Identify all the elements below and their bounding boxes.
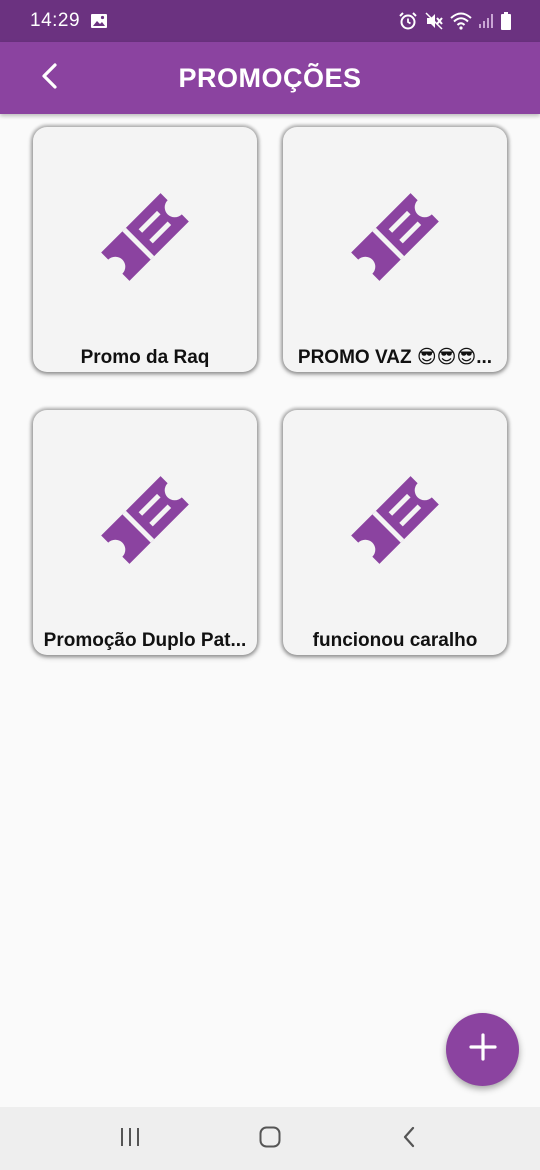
home-icon: [258, 1125, 282, 1154]
promotion-card[interactable]: Promoção Duplo Pat...: [33, 410, 257, 655]
app-bar: PROMOÇÕES: [0, 42, 540, 114]
plus-icon: [468, 1032, 498, 1067]
status-time: 14:29: [30, 10, 81, 31]
wifi-icon: [450, 12, 472, 30]
status-right: [398, 11, 512, 31]
add-promotion-button[interactable]: [446, 1013, 519, 1086]
system-nav-bar: [0, 1107, 540, 1170]
promotion-label: Promo da Raq: [80, 347, 210, 368]
chevron-left-icon: [38, 62, 62, 95]
promotion-card[interactable]: Promo da Raq: [33, 127, 257, 372]
alarm-icon: [398, 11, 418, 31]
signal-icon: [478, 13, 494, 29]
home-button[interactable]: [248, 1121, 292, 1157]
back-nav-button[interactable]: [388, 1121, 432, 1157]
promotion-label: Promoção Duplo Pat...: [43, 630, 247, 651]
recents-button[interactable]: [108, 1121, 152, 1157]
status-left: 14:29: [30, 10, 108, 32]
gallery-icon: [90, 13, 108, 29]
ticket-icon: [95, 187, 195, 287]
mute-icon: [424, 11, 444, 31]
battery-icon: [500, 11, 512, 31]
ticket-icon: [345, 187, 445, 287]
promotion-card[interactable]: funcionou caralho: [283, 410, 507, 655]
ticket-icon: [95, 470, 195, 570]
promotion-label: funcionou caralho: [312, 630, 478, 651]
ticket-icon: [345, 470, 445, 570]
back-button[interactable]: [28, 56, 72, 100]
promotion-card[interactable]: PROMO VAZ 😎😎😎...: [283, 127, 507, 372]
page-title: PROMOÇÕES: [178, 62, 362, 93]
back-icon: [400, 1125, 420, 1154]
recents-icon: [118, 1126, 142, 1153]
promotion-label: PROMO VAZ 😎😎😎...: [297, 347, 493, 368]
status-bar: 14:29: [0, 0, 540, 42]
